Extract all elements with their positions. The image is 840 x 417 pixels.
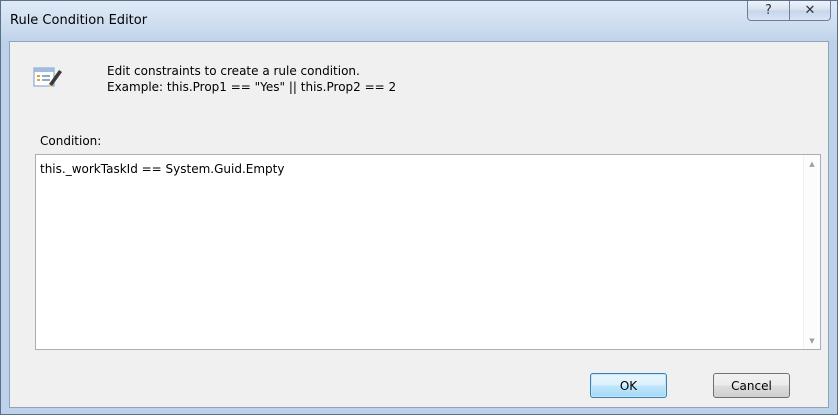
instruction-line-1: Edit constraints to create a rule condit… (107, 64, 360, 78)
condition-text: this._workTaskId == System.Guid.Empty (40, 162, 285, 176)
condition-label: Condition: (40, 134, 102, 148)
close-icon: ✕ (804, 3, 816, 18)
cancel-button[interactable]: Cancel (713, 373, 790, 398)
rule-condition-editor-dialog: Rule Condition Editor ? ✕ Edit constrain… (0, 0, 838, 415)
instruction-line-2: Example: this.Prop1 == "Yes" || this.Pro… (107, 80, 397, 94)
close-button[interactable]: ✕ (789, 1, 831, 21)
help-icon: ? (765, 3, 772, 18)
scroll-up-icon[interactable]: ▲ (804, 155, 820, 172)
help-button[interactable]: ? (747, 1, 789, 21)
ok-button[interactable]: OK (590, 373, 667, 398)
instructions: Edit constraints to create a rule condit… (107, 63, 396, 95)
dialog-body: Edit constraints to create a rule condit… (9, 41, 829, 408)
vertical-scrollbar[interactable]: ▲ ▼ (803, 155, 820, 349)
title-bar[interactable]: Rule Condition Editor ? ✕ (1, 1, 837, 41)
scroll-down-icon[interactable]: ▼ (804, 332, 820, 349)
rule-edit-icon (33, 67, 62, 87)
condition-textarea[interactable]: this._workTaskId == System.Guid.Empty ▲ … (35, 154, 821, 350)
window-title: Rule Condition Editor (10, 13, 148, 28)
caption-buttons: ? ✕ (747, 1, 831, 21)
